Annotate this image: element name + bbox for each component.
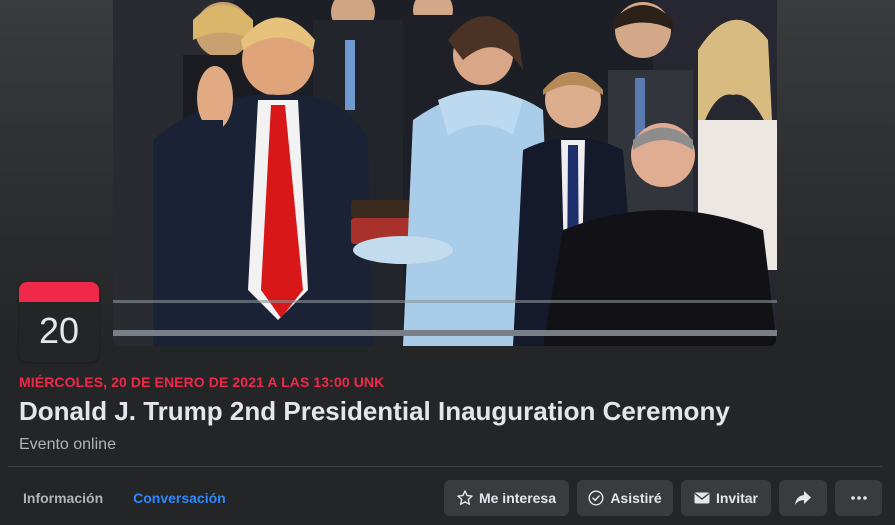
- share-button[interactable]: [779, 480, 827, 516]
- date-card-day: 20: [19, 302, 99, 362]
- going-label: Asistiré: [610, 490, 662, 506]
- envelope-icon: [694, 491, 710, 505]
- interested-label: Me interesa: [478, 490, 557, 506]
- tab-information[interactable]: Información: [8, 478, 118, 518]
- interested-button[interactable]: Me interesa: [444, 480, 569, 516]
- event-location[interactable]: Evento online: [19, 436, 116, 454]
- more-icon: [850, 496, 867, 500]
- event-page: 20 MIÉRCOLES, 20 DE ENERO DE 2021 A LAS …: [0, 0, 895, 525]
- event-title: Donald J. Trump 2nd Presidential Inaugur…: [19, 396, 730, 426]
- invite-button[interactable]: Invitar: [681, 480, 771, 516]
- cover-photo[interactable]: [113, 0, 777, 346]
- more-options-button[interactable]: [835, 480, 882, 516]
- going-button[interactable]: Asistiré: [577, 480, 673, 516]
- tab-conversation[interactable]: Conversación: [118, 478, 241, 518]
- divider: [8, 466, 882, 467]
- event-tabs: Información Conversación: [8, 478, 241, 518]
- inauguration-photo: [113, 0, 777, 346]
- share-icon: [794, 490, 812, 506]
- star-icon: [457, 490, 473, 506]
- invite-label: Invitar: [715, 490, 758, 506]
- date-card: 20: [19, 282, 99, 362]
- event-datetime: MIÉRCOLES, 20 DE ENERO DE 2021 A LAS 13:…: [19, 374, 385, 390]
- date-card-header: [19, 282, 99, 302]
- check-circle-icon: [588, 490, 604, 506]
